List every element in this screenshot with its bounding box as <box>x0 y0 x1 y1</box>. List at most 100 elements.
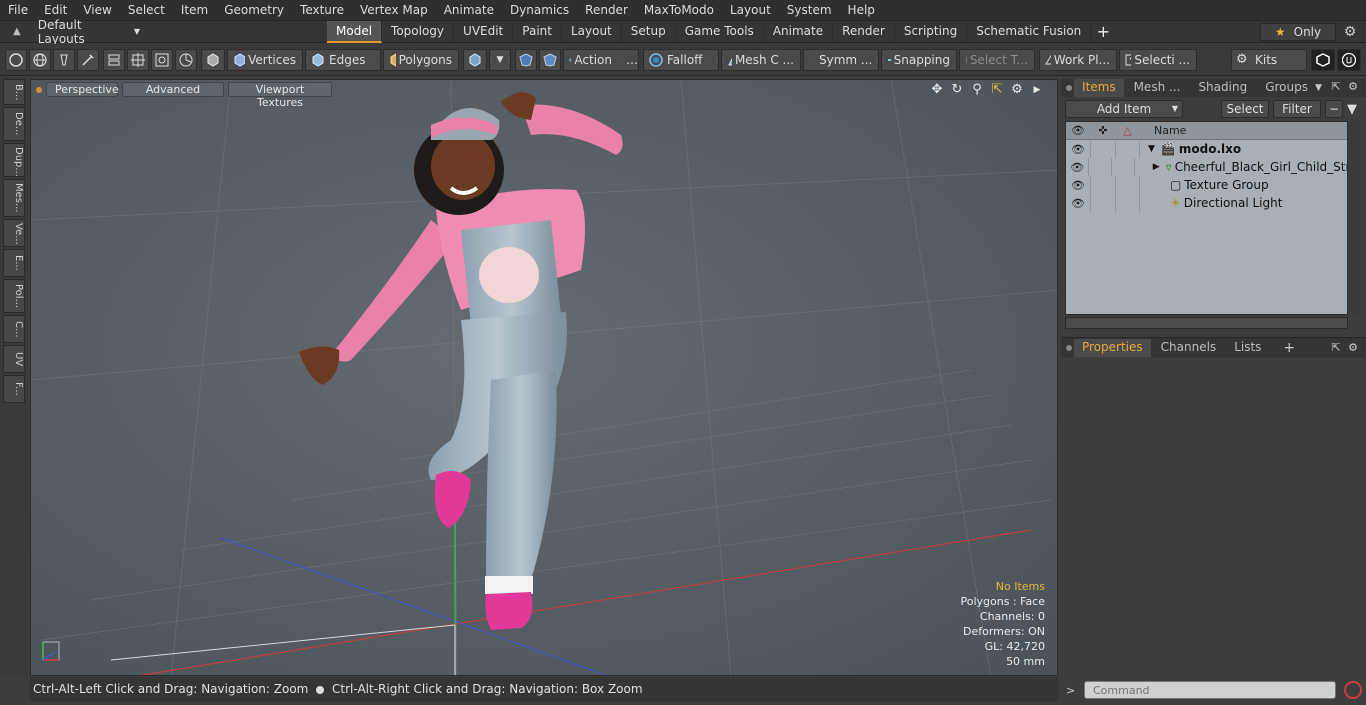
menu-layout[interactable]: Layout <box>722 0 779 21</box>
filter-button[interactable]: Filter <box>1273 100 1321 118</box>
viewport-gear-icon[interactable]: ⚙ <box>1009 82 1025 98</box>
polygons-button[interactable]: Polygons <box>383 49 459 71</box>
maximize-icon[interactable]: ⇱ <box>1331 80 1340 93</box>
add-tab-icon[interactable]: + <box>1283 340 1295 356</box>
advanced-button[interactable]: Advanced <box>122 82 224 97</box>
tree-scrollbar-vertical[interactable] <box>1349 121 1361 315</box>
strip-tab-fusion[interactable]: F... <box>3 375 25 403</box>
layout-selector[interactable]: ▲ Default Layouts ▼ <box>0 18 140 46</box>
tab-shading[interactable]: Shading <box>1190 79 1255 97</box>
menu-vertex-map[interactable]: Vertex Map <box>352 0 436 21</box>
unity-button[interactable] <box>1311 49 1335 71</box>
vertices-button[interactable]: Vertices <box>227 49 303 71</box>
kits-button[interactable]: ⚙ Kits <box>1231 49 1307 71</box>
symmetry-button[interactable]: Symm ... <box>803 49 879 71</box>
menu-system[interactable]: System <box>779 0 840 21</box>
center-button[interactable] <box>127 49 149 71</box>
render-header-icon[interactable]: △ <box>1115 121 1140 140</box>
properties-options-dot[interactable] <box>1066 344 1072 351</box>
gear-icon[interactable]: ⚙ <box>1342 24 1358 40</box>
menu-maxtomodo[interactable]: MaxToModo <box>636 0 722 21</box>
mode-dropdown-button[interactable]: ▼ <box>489 49 511 71</box>
command-input[interactable] <box>1084 681 1336 699</box>
fit-icon[interactable]: ⇱ <box>989 82 1005 98</box>
globe-button[interactable] <box>29 49 51 71</box>
visibility-header-icon[interactable]: 👁 <box>1066 124 1090 137</box>
menu-item[interactable]: Item <box>173 0 216 21</box>
eye-icon[interactable]: 👁 <box>1066 161 1088 174</box>
edges-button[interactable]: Edges <box>305 49 381 71</box>
viewport-menu-arrow-icon[interactable]: ▶ <box>1029 82 1045 98</box>
tab-render[interactable]: Render <box>833 21 895 43</box>
eye-icon[interactable]: 👁 <box>1066 143 1090 156</box>
menu-dynamics[interactable]: Dynamics <box>502 0 577 21</box>
falloff-button[interactable]: Falloff <box>643 49 719 71</box>
tab-setup[interactable]: Setup <box>622 21 676 43</box>
material-mode-button[interactable] <box>463 49 487 71</box>
tab-lists[interactable]: Lists <box>1226 339 1269 357</box>
work-plane-button[interactable]: Work Pl... <box>1039 49 1117 71</box>
pie-button[interactable] <box>175 49 197 71</box>
tab-paint[interactable]: Paint <box>513 21 562 43</box>
tree-row-texture-group[interactable]: 👁 ▢ Texture Group <box>1066 176 1347 194</box>
tab-game-tools[interactable]: Game Tools <box>676 21 764 43</box>
strip-tab-polygon[interactable]: Pol... <box>3 279 25 313</box>
tab-items[interactable]: Items <box>1074 79 1124 97</box>
eye-icon[interactable]: 👁 <box>1066 179 1090 192</box>
add-item-button[interactable]: Add Item ▼ <box>1065 100 1183 118</box>
3d-viewport[interactable]: Perspective Advanced Viewport Textures ✥… <box>30 79 1058 676</box>
strip-tab-mesh-edit[interactable]: Mes... <box>3 179 25 217</box>
tab-animate[interactable]: Animate <box>764 21 834 43</box>
viewport-textures-button[interactable]: Viewport Textures <box>228 82 332 109</box>
menu-geometry[interactable]: Geometry <box>216 0 292 21</box>
tab-schematic-fusion[interactable]: Schematic Fusion <box>967 21 1092 43</box>
tab-properties[interactable]: Properties <box>1074 338 1151 357</box>
expand-down-icon[interactable]: ▼ <box>1148 144 1155 154</box>
tree-row-scene[interactable]: 👁 ▼ 🎬 modo.lxo <box>1066 140 1347 158</box>
rotate-icon[interactable]: ↻ <box>949 82 965 98</box>
maximize-icon[interactable]: ⇱ <box>1331 341 1340 354</box>
lock-header-icon[interactable]: ✜ <box>1090 121 1115 140</box>
menu-animate[interactable]: Animate <box>436 0 502 21</box>
only-button[interactable]: ★ Only <box>1260 23 1336 41</box>
viewport-scene[interactable] <box>31 80 1058 676</box>
tab-topology[interactable]: Topology <box>382 21 455 43</box>
strip-tab-edge[interactable]: E... <box>3 249 25 277</box>
frame-button[interactable] <box>151 49 173 71</box>
collapse-arrow-icon[interactable]: ▲ <box>8 26 26 37</box>
record-macro-icon[interactable] <box>1344 681 1362 699</box>
unreal-button[interactable] <box>1337 49 1361 71</box>
viewport-options-dot[interactable] <box>36 86 42 93</box>
pan-icon[interactable]: ✥ <box>929 82 945 98</box>
strip-tab-curve[interactable]: C... <box>3 315 25 343</box>
tab-layout[interactable]: Layout <box>562 21 622 43</box>
snapping-button[interactable]: Snapping <box>881 49 957 71</box>
strip-tab-duplicate[interactable]: Dup... <box>3 143 25 177</box>
tab-scripting[interactable]: Scripting <box>895 21 968 43</box>
collapse-icon[interactable]: − <box>1325 100 1343 118</box>
selection-sets-button[interactable]: Selecti ... <box>1119 49 1197 71</box>
name-column-header[interactable]: Name <box>1154 124 1186 137</box>
perspective-button[interactable]: Perspective <box>46 82 119 97</box>
action-center-button[interactable]: Action … <box>563 49 639 71</box>
chevron-down-icon[interactable]: ▼ <box>1315 83 1322 93</box>
tab-groups[interactable]: Groups <box>1257 79 1316 97</box>
strip-tab-deform[interactable]: De... <box>3 107 25 141</box>
add-tab-icon[interactable]: + <box>1091 21 1115 43</box>
properties-gear-icon[interactable]: ⚙ <box>1348 341 1358 354</box>
expand-right-icon[interactable]: ▶ <box>1153 162 1160 172</box>
menu-file[interactable]: File <box>0 0 36 21</box>
tree-scrollbar-horizontal[interactable] <box>1065 317 1348 329</box>
tree-row-light[interactable]: 👁 ☀ Directional Light <box>1066 194 1347 212</box>
menu-render[interactable]: Render <box>577 0 636 21</box>
panel-options-dot[interactable] <box>1066 85 1072 91</box>
command-history-icon[interactable]: > <box>1066 684 1078 697</box>
zoom-icon[interactable]: ⚲ <box>969 82 985 98</box>
symmetry-toggle-button[interactable] <box>515 49 537 71</box>
panel-gear-icon[interactable]: ⚙ <box>1348 80 1358 93</box>
strip-tab-vertex[interactable]: Ve... <box>3 219 25 247</box>
tab-mesh[interactable]: Mesh ... <box>1126 79 1189 97</box>
menu-help[interactable]: Help <box>840 0 883 21</box>
brush-button[interactable] <box>77 49 99 71</box>
tab-model[interactable]: Model <box>327 21 383 43</box>
